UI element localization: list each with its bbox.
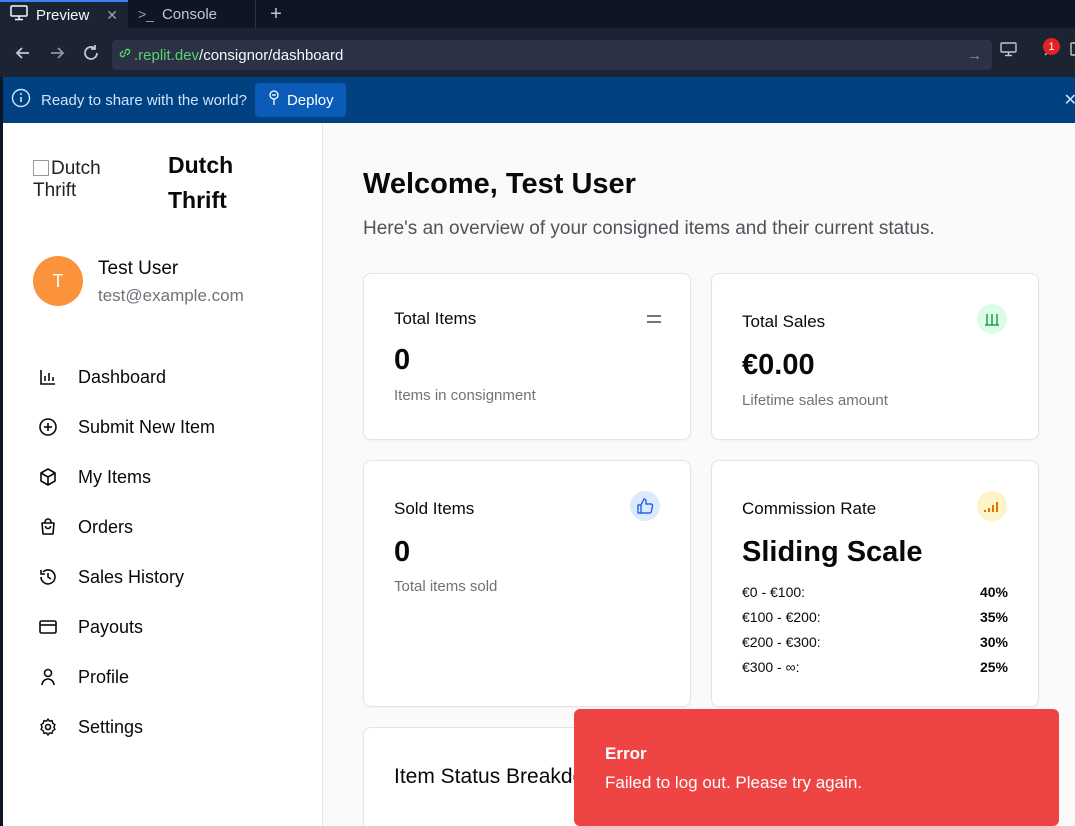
- page-subtitle: Here's an overview of your consigned ite…: [363, 218, 935, 239]
- close-icon[interactable]: ✕: [1064, 90, 1075, 110]
- brand-header: Dutch Thrift Dutch Thrift: [33, 148, 293, 218]
- go-arrow-icon[interactable]: →: [967, 47, 982, 64]
- tier-range: €200 - €300:: [742, 634, 821, 650]
- tab-preview-label: Preview: [36, 6, 90, 24]
- terminal-icon: >_: [138, 6, 154, 22]
- equals-icon: [639, 304, 669, 334]
- credit-card-icon: [39, 620, 57, 634]
- user-icon: [41, 668, 55, 686]
- tier-range: €0 - €100:: [742, 584, 806, 600]
- sold-items-card: Sold Items 0 Total items sold: [363, 460, 691, 707]
- user-profile-summary: T Test User test@example.com: [33, 256, 303, 306]
- deploy-button[interactable]: Deploy: [254, 83, 346, 117]
- logo-image: Dutch Thrift: [33, 158, 113, 198]
- card-title: Total Sales: [742, 312, 826, 331]
- card-description: Lifetime sales amount: [742, 392, 888, 409]
- avatar: T: [33, 256, 83, 306]
- commission-tier-row: €200 - €300: 30%: [742, 634, 1008, 650]
- plus-circle-icon: [39, 418, 57, 436]
- info-icon: [11, 88, 31, 112]
- sidebar-item-payouts[interactable]: Payouts: [38, 602, 298, 652]
- commission-tier-row: €300 - ∞: 25%: [742, 659, 1008, 675]
- tier-rate: 25%: [979, 659, 1008, 675]
- commission-tier-row: €0 - €100: 40%: [742, 584, 1008, 600]
- card-description: Items in consignment: [394, 387, 536, 404]
- sidebar-item-label: Submit New Item: [78, 416, 216, 437]
- deploy-banner-message: Ready to share with the world?: [41, 91, 247, 109]
- sidebar-item-dashboard[interactable]: Dashboard: [38, 352, 298, 402]
- thumbs-up-icon: [630, 491, 660, 521]
- shopping-bag-icon: [41, 518, 55, 535]
- bar-chart-icon: [40, 370, 55, 385]
- card-title: Sold Items: [394, 499, 475, 518]
- commission-tier-row: €100 - €200: 35%: [742, 609, 1008, 625]
- tab-preview[interactable]: Preview ✕: [0, 0, 128, 28]
- card-value: €0.00: [742, 349, 815, 381]
- total-sales-card: Total Sales €0.00 Lifetime sales amount: [711, 273, 1039, 440]
- forward-arrow-icon[interactable]: [40, 36, 74, 70]
- url-path: /consignor/dashboard: [199, 46, 344, 64]
- sales-bars-icon: [977, 304, 1007, 334]
- sidebar-item-profile[interactable]: Profile: [38, 652, 298, 702]
- link-icon: [118, 46, 132, 64]
- package-icon: [40, 468, 56, 486]
- deploy-banner: Ready to share with the world? Deploy ✕: [3, 77, 1075, 123]
- gear-icon: [40, 718, 56, 736]
- commission-rate-card: Commission Rate Sliding Scale €0 - €100:…: [711, 460, 1039, 707]
- notification-badge: 1: [1043, 38, 1060, 55]
- close-icon[interactable]: ✕: [106, 7, 118, 24]
- page-title: Welcome, Test User: [363, 168, 636, 200]
- tier-rate: 35%: [979, 609, 1008, 625]
- back-arrow-icon[interactable]: [6, 36, 40, 70]
- sidebar-item-orders[interactable]: Orders: [38, 502, 298, 552]
- card-title: Commission Rate: [742, 499, 877, 518]
- sidebar-item-label: Orders: [78, 516, 134, 537]
- tab-console[interactable]: >_ Console: [128, 0, 256, 28]
- browser-right-tools: [1000, 40, 1075, 63]
- toast-title: Error: [605, 744, 647, 763]
- history-icon: [40, 569, 56, 585]
- card-value: 0: [394, 344, 411, 376]
- user-email: test@example.com: [98, 286, 244, 305]
- sidebar-item-label: Profile: [78, 666, 130, 687]
- tier-range: €300 - ∞:: [742, 659, 800, 675]
- total-items-card: Total Items 0 Items in consignment: [363, 273, 691, 440]
- tab-console-label: Console: [161, 5, 218, 23]
- sidebar-item-label: Payouts: [78, 616, 144, 637]
- card-value: Sliding Scale: [742, 536, 923, 568]
- sidebar-item-label: My Items: [78, 466, 152, 487]
- ide-tab-bar: Preview ✕ >_ Console +: [0, 0, 1075, 28]
- sidebar-item-my-items[interactable]: My Items: [38, 452, 298, 502]
- add-tab-button[interactable]: +: [256, 0, 296, 28]
- url-domain: .replit.dev: [134, 46, 200, 64]
- tier-rate: 40%: [979, 584, 1008, 600]
- sidebar-item-sales-history[interactable]: Sales History: [38, 552, 298, 602]
- tier-range: €100 - €200:: [742, 609, 821, 625]
- card-description: Total items sold: [394, 578, 498, 595]
- signal-bars-icon: [977, 491, 1007, 521]
- monitor-icon: [10, 5, 28, 25]
- deploy-button-label: Deploy: [286, 91, 334, 109]
- user-name: Test User: [98, 258, 179, 279]
- panel-icon[interactable]: [1070, 41, 1075, 62]
- sidebar-item-submit-new-item[interactable]: Submit New Item: [38, 402, 298, 452]
- browser-toolbar: .replit.dev/consignor/dashboard → 1: [0, 28, 1075, 77]
- error-toast[interactable]: Error Failed to log out. Please try agai…: [574, 709, 1059, 826]
- url-input[interactable]: .replit.dev/consignor/dashboard →: [112, 40, 992, 70]
- sidebar-item-label: Sales History: [78, 566, 185, 587]
- brand-name: Dutch Thrift: [168, 152, 234, 213]
- sidebar-nav: Dashboard Submit New Item My Items Order…: [38, 352, 298, 752]
- card-value: 0: [394, 536, 411, 568]
- tier-rate: 30%: [979, 634, 1008, 650]
- sidebar-item-settings[interactable]: Settings: [38, 702, 298, 752]
- sidebar-item-label: Dashboard: [78, 366, 167, 387]
- devices-icon[interactable]: [1000, 41, 1018, 62]
- sidebar-item-label: Settings: [78, 716, 144, 737]
- broken-image-icon: [33, 160, 49, 176]
- deploy-icon: [267, 90, 281, 110]
- toast-message: Failed to log out. Please try again.: [605, 773, 863, 792]
- reload-icon[interactable]: [74, 36, 108, 70]
- card-title: Total Items: [394, 309, 477, 328]
- sidebar: Dutch Thrift Dutch Thrift T Test User te…: [3, 123, 323, 826]
